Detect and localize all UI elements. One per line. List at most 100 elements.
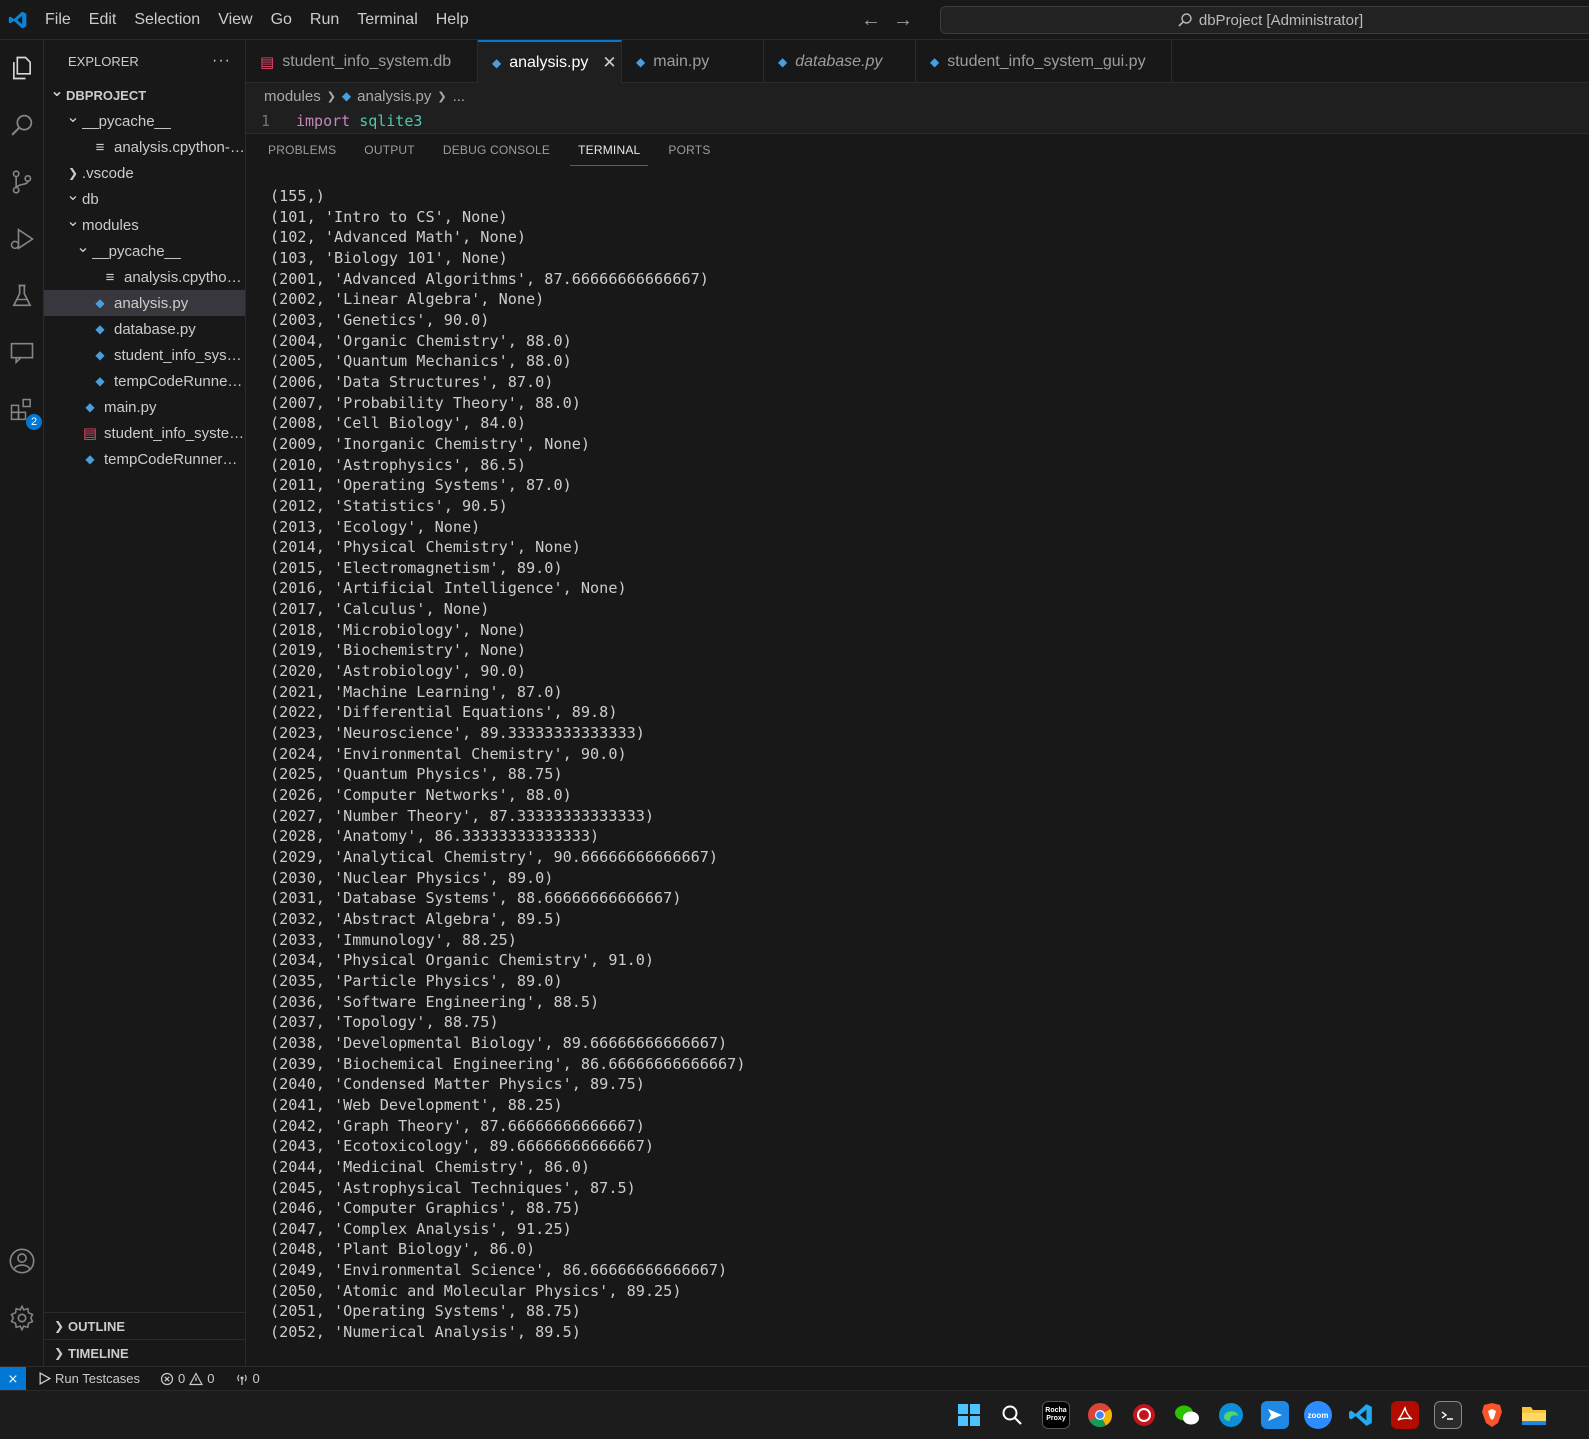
testing-flask-icon[interactable]	[0, 274, 44, 318]
terminal-line: (2024, 'Environmental Chemistry', 90.0)	[270, 744, 627, 763]
taskbar-search-icon[interactable]	[998, 1401, 1026, 1429]
breadcrumb-folder[interactable]: modules	[264, 88, 321, 105]
terminal-line: (2017, 'Calculus', None)	[270, 600, 490, 619]
folder-item[interactable]: ⌄ DBPROJECT	[44, 82, 245, 108]
file-item[interactable]: ◆ database.py	[44, 316, 245, 342]
file-item[interactable]: ◆ analysis.py	[44, 290, 245, 316]
search-icon[interactable]	[0, 103, 44, 147]
terminal-output[interactable]: (155,) (101, 'Intro to CS', None) (102, 'A…	[270, 186, 745, 1343]
account-icon[interactable]	[0, 1239, 44, 1283]
feishu-app-icon[interactable]	[1261, 1401, 1289, 1429]
terminal-line: (2041, 'Web Development', 88.25)	[270, 1095, 563, 1114]
edge-icon[interactable]	[1217, 1401, 1245, 1429]
warnings-count: 0	[207, 1371, 215, 1386]
folder-item[interactable]: ⌄ __pycache__	[44, 238, 245, 264]
panel-tab-debug-console[interactable]: DEBUG CONSOLE	[435, 134, 558, 166]
problems-status[interactable]: 0 0	[150, 1371, 224, 1386]
python-file-icon: ◆	[85, 400, 95, 414]
menu-run[interactable]: Run	[301, 0, 348, 40]
run-testcases-button[interactable]: Run Testcases	[26, 1371, 150, 1386]
file-item[interactable]: ≡ analysis.cpython-3...	[44, 264, 245, 290]
menu-selection[interactable]: Selection	[125, 0, 209, 40]
panel-tab-problems[interactable]: PROBLEMS	[260, 134, 344, 166]
more-actions-icon[interactable]: ···	[212, 52, 231, 70]
text-file-icon: ≡	[105, 268, 115, 286]
menu-go[interactable]: Go	[262, 0, 301, 40]
panel-tab-terminal[interactable]: TERMINAL	[570, 134, 649, 166]
forward-arrow-icon[interactable]: →	[892, 9, 914, 32]
red-app-icon[interactable]	[1130, 1401, 1158, 1429]
windows-start-icon[interactable]	[955, 1401, 983, 1429]
code-line[interactable]: 1 import sqlite3	[246, 109, 1589, 133]
panel-tab-ports[interactable]: PORTS	[660, 134, 718, 166]
extensions-icon[interactable]: 2	[0, 388, 44, 432]
timeline-section[interactable]: ❯ TIMELINE	[44, 1339, 246, 1366]
tree-item-label: tempCodeRunnerFile....	[104, 450, 245, 468]
wechat-icon[interactable]	[1173, 1401, 1201, 1429]
tab-label: main.py	[653, 52, 710, 70]
file-item[interactable]: ◆ tempCodeRunnerFil...	[44, 368, 245, 394]
source-control-icon[interactable]	[0, 160, 44, 204]
file-item[interactable]: ▤ student_info_system.db	[44, 420, 245, 446]
acrobat-icon[interactable]	[1391, 1401, 1419, 1429]
breadcrumb-file[interactable]: analysis.py	[357, 88, 431, 105]
tree-item-label: db	[82, 190, 99, 208]
tree-item-label: DBPROJECT	[66, 87, 147, 103]
zoom-icon[interactable]: zoom	[1304, 1401, 1332, 1429]
tab-label: database.py	[795, 52, 883, 70]
terminal-line: (2042, 'Graph Theory', 87.66666666666667…	[270, 1116, 645, 1135]
tree-item-label: main.py	[104, 398, 157, 416]
terminal-line: (2022, 'Differential Equations', 89.8)	[270, 703, 618, 722]
menu-view[interactable]: View	[209, 0, 261, 40]
file-item[interactable]: ◆ main.py	[44, 394, 245, 420]
folder-item[interactable]: ⌄ db	[44, 186, 245, 212]
vscode-taskbar-icon[interactable]	[1347, 1401, 1375, 1429]
ports-status[interactable]: 0	[225, 1371, 270, 1386]
broadcast-icon	[236, 1374, 247, 1385]
remote-indicator-icon[interactable]: ⨯	[0, 1366, 26, 1391]
chrome-icon[interactable]	[1086, 1401, 1114, 1429]
brave-icon[interactable]	[1478, 1401, 1506, 1429]
terminal-line: (2012, 'Statistics', 90.5)	[270, 496, 508, 515]
folder-item[interactable]: ⌄ modules	[44, 212, 245, 238]
file-item[interactable]: ◆ tempCodeRunnerFile....	[44, 446, 245, 472]
tab-database-py[interactable]: ◆ database.py	[764, 40, 916, 83]
search-icon	[1178, 13, 1192, 27]
terminal-line: (2052, 'Numerical Analysis', 89.5)	[270, 1323, 581, 1342]
tree-item-label: __pycache__	[92, 242, 182, 260]
back-arrow-icon[interactable]: ←	[860, 9, 882, 32]
activity-bar: 2	[0, 40, 44, 1366]
terminal-line: (2014, 'Physical Chemistry', None)	[270, 538, 581, 557]
tab-student-info-system-db[interactable]: ▤ student_info_system.db	[246, 40, 478, 83]
menu-help[interactable]: Help	[427, 0, 478, 40]
folder-item[interactable]: ❯ .vscode	[44, 160, 245, 186]
file-item[interactable]: ◆ student_info_system...	[44, 342, 245, 368]
outline-section[interactable]: ❯ OUTLINE	[44, 1312, 246, 1339]
panel-tab-output[interactable]: OUTPUT	[356, 134, 423, 166]
file-item[interactable]: ≡ analysis.cpython-31...	[44, 134, 245, 160]
settings-gear-icon[interactable]	[0, 1296, 44, 1340]
tab-analysis-py[interactable]: ◆ analysis.py ✕	[478, 40, 622, 83]
breadcrumb-more[interactable]: ...	[453, 88, 466, 105]
menu-edit[interactable]: Edit	[80, 0, 126, 40]
close-icon[interactable]: ✕	[602, 53, 616, 73]
run-and-debug-icon[interactable]	[0, 217, 44, 261]
terminal-line: (2039, 'Biochemical Engineering', 86.666…	[270, 1054, 746, 1073]
terminal-line: (2050, 'Atomic and Molecular Physics', 8…	[270, 1281, 682, 1300]
menu-terminal[interactable]: Terminal	[348, 0, 426, 40]
command-center-search[interactable]: dbProject [Administrator]	[940, 6, 1589, 34]
folder-item[interactable]: ⌄ __pycache__	[44, 108, 245, 134]
bottom-panel: PROBLEMS OUTPUT DEBUG CONSOLE TERMINAL PORTS…	[246, 133, 1589, 1366]
tab-student-info-system-gui-py[interactable]: ◆ student_info_system_gui.py	[916, 40, 1172, 83]
tree-item-label: student_info_system...	[114, 346, 245, 364]
timeline-label: TIMELINE	[68, 1345, 129, 1361]
tree-item-label: analysis.py	[114, 294, 189, 312]
terminal-line: (2032, 'Abstract Algebra', 89.5)	[270, 909, 563, 928]
menu-file[interactable]: File	[36, 0, 80, 40]
terminal-app-icon[interactable]	[1434, 1401, 1462, 1429]
proxy-app-icon[interactable]: Rocha Proxy	[1042, 1401, 1070, 1429]
remote-explorer-icon[interactable]	[0, 331, 44, 375]
tab-main-py[interactable]: ◆ main.py	[622, 40, 764, 83]
file-explorer-icon[interactable]	[1520, 1401, 1548, 1429]
explorer-files-icon[interactable]	[0, 46, 44, 90]
